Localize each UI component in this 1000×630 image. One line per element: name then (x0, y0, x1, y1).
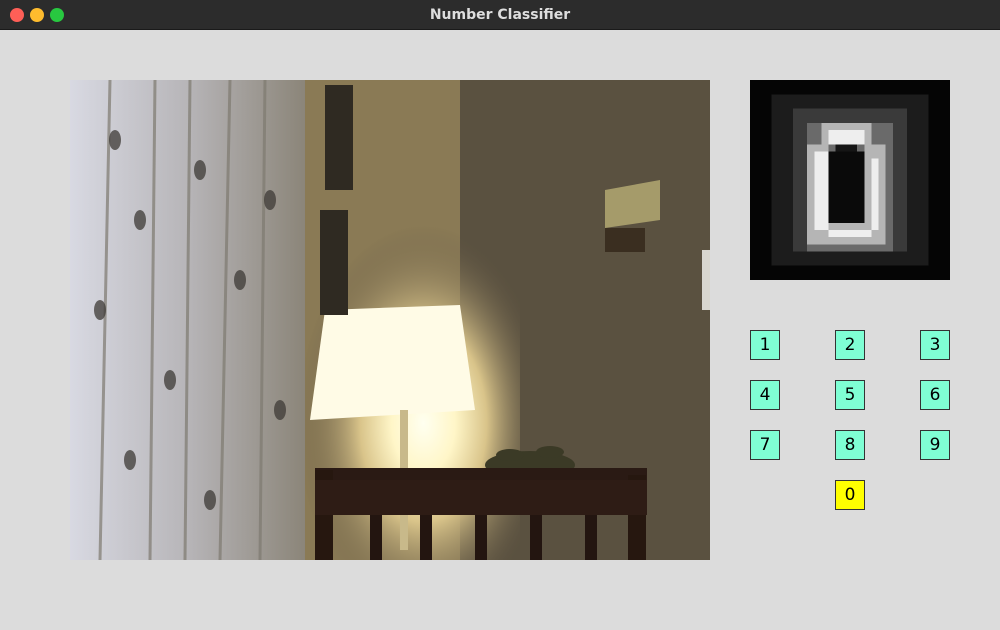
window-titlebar: Number Classifier (0, 0, 1000, 30)
digit-button-8[interactable]: 8 (835, 430, 865, 460)
app-body: 1 2 3 4 5 6 7 8 9 0 (0, 30, 1000, 630)
digit-button-3[interactable]: 3 (920, 330, 950, 360)
window-title: Number Classifier (429, 7, 571, 23)
camera-feed (70, 80, 710, 560)
digit-button-2[interactable]: 2 (835, 330, 865, 360)
digit-button-9[interactable]: 9 (920, 430, 950, 460)
digit-button-1[interactable]: 1 (750, 330, 780, 360)
digit-button-5[interactable]: 5 (835, 380, 865, 410)
digit-button-0[interactable]: 0 (835, 480, 865, 510)
digit-preview (750, 80, 950, 280)
digit-button-7[interactable]: 7 (750, 430, 780, 460)
digit-button-4[interactable]: 4 (750, 380, 780, 410)
digit-button-6[interactable]: 6 (920, 380, 950, 410)
